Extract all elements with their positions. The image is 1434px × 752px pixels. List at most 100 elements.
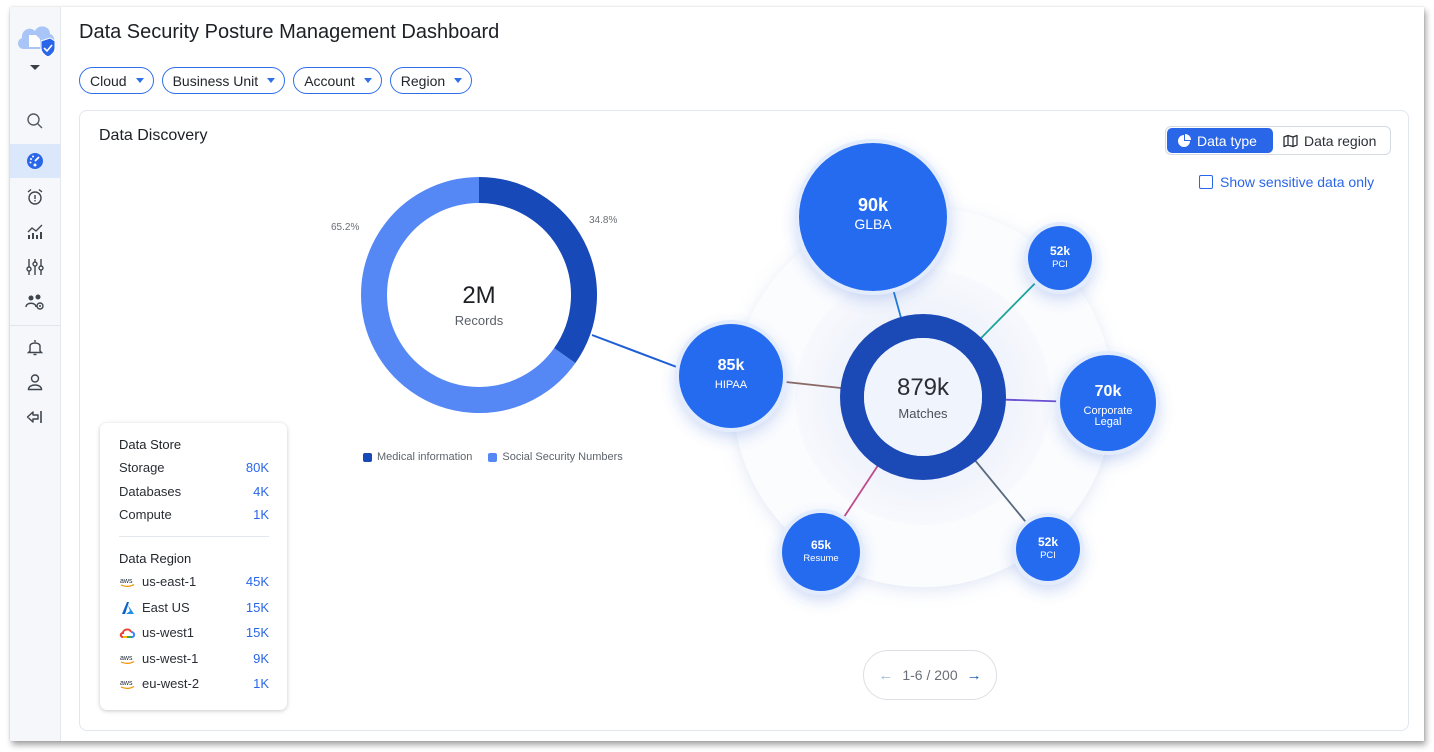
row-value: 80K (245, 460, 269, 475)
logo-dropdown-caret-icon[interactable] (30, 65, 40, 70)
data-store-row[interactable]: Storage 80K (119, 460, 269, 475)
pie-chart-icon (1178, 133, 1191, 147)
bubble-resume[interactable]: 65kResume (778, 509, 864, 595)
toggle-data-region[interactable]: Data region (1273, 128, 1386, 153)
bubble-pci[interactable]: 52kPCI (1024, 222, 1096, 294)
arrow-left-icon[interactable]: ← (878, 667, 893, 684)
bubble-circle (1060, 355, 1156, 451)
bubble-value: 70k (1095, 383, 1122, 400)
data-discovery-card: 34.8% 65.2% 2M Records 879k Matches 90k GLBA 5… (79, 110, 1409, 731)
bubble-hipaa[interactable]: 85k HIPAA (675, 320, 787, 432)
row-value: 1K (253, 676, 269, 691)
bubble-circle (782, 513, 860, 591)
donut-to-hipaa-connector (591, 334, 683, 370)
bubble-pci[interactable]: 52kPCI (1012, 513, 1084, 585)
bubble-value: 85k (718, 357, 745, 374)
bubble-glba[interactable]: 90kGLBA (795, 139, 951, 295)
filter-account[interactable]: Account (293, 67, 382, 94)
data-store-row[interactable]: Databases 4K (119, 484, 269, 499)
collapse-sidebar-icon (26, 411, 42, 423)
legend-swatch (363, 452, 372, 462)
data-region-heading: Data Region (119, 551, 192, 566)
row-name: Databases (119, 484, 182, 499)
row-value: 15K (245, 600, 269, 615)
donut-center-value: 2M (462, 282, 495, 309)
data-region-row[interactable]: aws us-west-1 9K (119, 651, 269, 666)
row-name: us-east-1 (142, 574, 197, 589)
sidebar-item-collapse[interactable] (10, 400, 60, 434)
legend-swatch (488, 452, 498, 462)
bubble-label: PCI (1040, 550, 1056, 561)
filter-label: Cloud (90, 72, 127, 89)
sidebar-item-settings[interactable] (10, 250, 60, 284)
data-region-row[interactable]: aws eu-west-2 1K (119, 676, 269, 691)
filter-business-unit[interactable]: Business Unit (161, 67, 286, 94)
card-title: Data Discovery (99, 127, 208, 144)
donut-legend: Medical information Social Security Numb… (363, 451, 623, 463)
filter-bar: Cloud Business Unit Account Region (79, 67, 473, 94)
bubble-circle (1016, 517, 1080, 581)
sidebar-item-profile[interactable] (10, 365, 60, 399)
filter-label: Business Unit (172, 72, 259, 89)
alarm-clock-icon (27, 188, 43, 205)
azure-icon (122, 601, 134, 614)
row-name: eu-west-2 (142, 676, 200, 691)
sidebar-item-analytics[interactable] (10, 215, 60, 249)
app-logo-icon[interactable] (15, 19, 57, 59)
chevron-down-icon (135, 78, 144, 83)
donut-slice (478, 177, 597, 364)
bell-icon (26, 340, 44, 356)
pagination-text: 1-6 / 200 (902, 667, 958, 683)
trend-chart-icon (27, 224, 43, 239)
bubble-label: PCI (1052, 259, 1068, 270)
data-region-row[interactable]: East US 15K (119, 600, 269, 615)
data-store-row[interactable]: Compute 1K (119, 507, 269, 522)
bubble-value: 52k (1050, 244, 1070, 258)
donut-percent-label: 65.2% (331, 222, 359, 233)
filter-region[interactable]: Region (389, 67, 473, 94)
bubble-label: HIPAA (715, 379, 748, 391)
bubble-label: GLBA (854, 216, 892, 232)
data-region-row[interactable]: us-west1 15K (119, 625, 269, 640)
donut-percent-label: 34.8% (589, 215, 617, 226)
svg-text:aws: aws (120, 680, 133, 687)
bubble-circle (679, 324, 783, 428)
arrow-right-icon[interactable]: → (967, 667, 982, 684)
data-region-row[interactable]: aws us-east-1 45K (119, 574, 269, 589)
sidebar-item-alarms[interactable] (10, 180, 60, 214)
row-name: us-west-1 (142, 651, 199, 666)
filter-cloud[interactable]: Cloud (79, 67, 154, 94)
sidebar-item-dashboard[interactable] (10, 144, 60, 178)
aws-icon: aws (120, 578, 135, 587)
bubble-label: Legal (1095, 416, 1122, 428)
show-sensitive-checkbox[interactable]: Show sensitive data only (1199, 174, 1374, 190)
users-gear-icon (25, 294, 44, 310)
google-cloud-icon (119, 628, 136, 638)
row-value: 45K (245, 574, 269, 589)
svg-text:aws: aws (120, 655, 133, 662)
svg-text:aws: aws (120, 578, 133, 585)
sidebar-item-notifications[interactable] (10, 330, 60, 364)
row-name: East US (142, 600, 190, 615)
row-value: 9K (253, 651, 269, 666)
view-toggle: Data type Data region (1165, 126, 1391, 155)
pagination: ← 1-6 / 200 → (863, 650, 997, 700)
user-icon (27, 374, 43, 391)
sliders-icon (26, 259, 44, 275)
checkbox-label: Show sensitive data only (1220, 174, 1375, 190)
legend-label: Social Security Numbers (502, 451, 623, 463)
checkbox-box[interactable] (1199, 175, 1213, 189)
bubble-corporate-legal[interactable]: 70kCorporateLegal (1056, 351, 1160, 455)
bubble-circle (1028, 226, 1092, 290)
map-icon (1283, 134, 1298, 147)
toggle-data-type[interactable]: Data type (1167, 128, 1273, 153)
legend-item-medical: Medical information (363, 451, 472, 463)
hub-center-label: Matches (898, 406, 948, 421)
sidebar-item-users[interactable] (10, 285, 60, 319)
donut-center-label: Records (455, 313, 504, 328)
legend-item-ssn: Social Security Numbers (488, 451, 623, 463)
toggle-label: Data region (1304, 132, 1377, 149)
page-title: Data Security Posture Management Dashboa… (79, 21, 500, 43)
row-value: 15K (245, 625, 269, 640)
sidebar-item-search[interactable] (10, 104, 60, 138)
